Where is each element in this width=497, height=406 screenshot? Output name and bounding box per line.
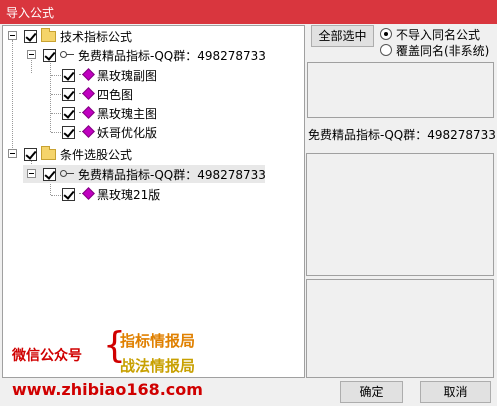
collapse-icon[interactable] bbox=[8, 149, 17, 158]
watermark-url: www.zhibiao168.com bbox=[12, 380, 203, 399]
tree-label: 黑玫瑰主图 bbox=[97, 107, 158, 121]
tree-node-free-indicators-selected[interactable]: 免费精品指标-QQ群：498278733 bbox=[23, 165, 266, 183]
checkbox[interactable] bbox=[62, 88, 75, 101]
window-title: 导入公式 bbox=[6, 6, 55, 20]
key-icon bbox=[60, 50, 74, 60]
checkbox[interactable] bbox=[62, 126, 75, 139]
watermark-line2: 战法情报局 bbox=[120, 357, 196, 375]
watermark-line1: 指标情报局 bbox=[120, 332, 196, 350]
formula-gem-icon bbox=[79, 69, 93, 81]
title-bar: 导入公式 bbox=[0, 0, 497, 24]
collapse-icon[interactable] bbox=[27, 50, 36, 59]
formula-gem-icon bbox=[79, 188, 93, 200]
tree-label: 四色图 bbox=[97, 88, 134, 102]
tree-item[interactable]: 黑玫瑰21版 bbox=[3, 185, 303, 203]
checkbox[interactable] bbox=[24, 30, 37, 43]
collapse-icon[interactable] bbox=[8, 31, 17, 40]
tree-item[interactable]: 四色图 bbox=[3, 85, 303, 103]
overwrite-same-label: 覆盖同名(非系统) bbox=[396, 44, 490, 58]
checkbox[interactable] bbox=[62, 69, 75, 82]
checkbox[interactable] bbox=[24, 148, 37, 161]
tree-node-stock-picking[interactable]: 条件选股公式 bbox=[3, 145, 303, 163]
formula-tree[interactable]: 技术指标公式 免费精品指标-QQ群：498278733 黑玫瑰副图 四色图 黑玫… bbox=[2, 25, 305, 378]
formula-gem-icon bbox=[79, 126, 93, 138]
tree-node-tech-indicators[interactable]: 技术指标公式 bbox=[3, 27, 303, 45]
tree-label: 黑玫瑰21版 bbox=[97, 188, 161, 202]
tree-label: 免费精品指标-QQ群：498278733 bbox=[78, 168, 266, 182]
notes-panel bbox=[306, 279, 494, 378]
tree-label: 妖哥优化版 bbox=[97, 126, 158, 140]
no-import-same-label: 不导入同名公式 bbox=[396, 28, 481, 42]
tree-label: 技术指标公式 bbox=[60, 30, 133, 44]
description-panel bbox=[306, 153, 494, 276]
tree-label: 条件选股公式 bbox=[60, 148, 133, 162]
tree-node-free-indicators[interactable]: 免费精品指标-QQ群：498278733 bbox=[3, 46, 303, 64]
ok-button[interactable]: 确定 bbox=[340, 381, 403, 403]
tree-label: 黑玫瑰副图 bbox=[97, 69, 158, 83]
formula-info: 免费精品指标-QQ群：498278733 bbox=[308, 128, 496, 142]
folder-icon bbox=[41, 146, 56, 160]
options-panel bbox=[307, 62, 494, 118]
overwrite-same-radio[interactable] bbox=[380, 44, 392, 56]
tree-item[interactable]: 黑玫瑰副图 bbox=[3, 66, 303, 84]
key-icon bbox=[60, 169, 74, 179]
checkbox[interactable] bbox=[43, 168, 56, 181]
folder-icon bbox=[41, 28, 56, 42]
no-import-same-radio[interactable] bbox=[380, 28, 392, 40]
tree-label: 免费精品指标-QQ群：498278733 bbox=[78, 49, 266, 63]
formula-gem-icon bbox=[79, 107, 93, 119]
tree-item[interactable]: 妖哥优化版 bbox=[3, 123, 303, 141]
formula-gem-icon bbox=[79, 88, 93, 100]
collapse-icon[interactable] bbox=[27, 169, 36, 178]
cancel-button[interactable]: 取消 bbox=[420, 381, 491, 403]
checkbox[interactable] bbox=[62, 107, 75, 120]
checkbox[interactable] bbox=[43, 49, 56, 62]
tree-item[interactable]: 黑玫瑰主图 bbox=[3, 104, 303, 122]
select-all-button[interactable]: 全部选中 bbox=[311, 25, 374, 47]
watermark-wechat: 微信公众号 bbox=[12, 348, 82, 364]
checkbox[interactable] bbox=[62, 188, 75, 201]
